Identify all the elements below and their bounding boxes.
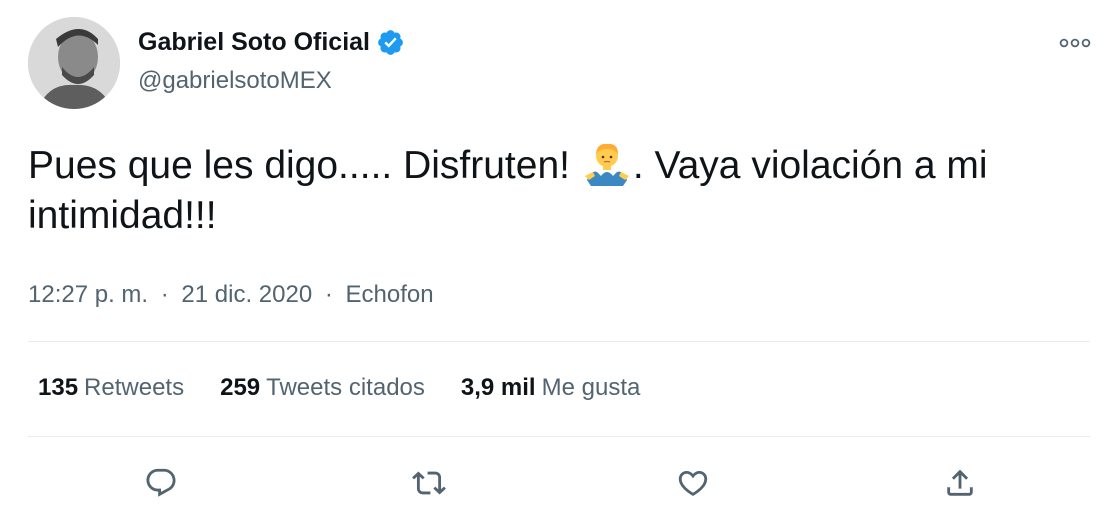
more-options-button[interactable] <box>1052 28 1098 58</box>
retweets-count: 135 <box>38 374 79 401</box>
meta-separator: · <box>324 281 333 308</box>
likes-label: Me gusta <box>541 374 641 401</box>
tweet-date[interactable]: 21 dic. 2020 <box>181 281 312 308</box>
tweet-card: Gabriel Soto Oficial @gabrielsotoMEX Pue… <box>0 0 1117 525</box>
more-dots-icon <box>1059 38 1091 48</box>
likes-stat[interactable]: 3,9 mil Me gusta <box>461 374 640 402</box>
likes-count: 3,9 mil <box>460 374 536 401</box>
tweet-time[interactable]: 12:27 p. m. <box>28 281 148 308</box>
quote-tweets-count: 259 <box>220 374 261 401</box>
tweet-source[interactable]: Echofon <box>346 281 434 308</box>
like-icon <box>678 470 708 496</box>
retweet-button[interactable] <box>406 460 452 506</box>
reply-icon <box>146 468 176 497</box>
tweet-meta: 12:27 p. m. · 21 dic. 2020 · Echofon <box>28 281 434 309</box>
reply-button[interactable] <box>138 460 184 506</box>
divider <box>28 436 1090 437</box>
retweets-label: Retweets <box>84 374 185 401</box>
retweets-stat[interactable]: 135 Retweets <box>38 374 184 402</box>
share-icon <box>947 469 973 496</box>
author-handle[interactable]: @gabrielsotoMEX <box>138 67 332 95</box>
tweet-stats: 135 Retweets 259 Tweets citados 3,9 mil Me … <box>38 374 640 402</box>
quote-tweets-label: Tweets citados <box>266 374 425 401</box>
tweet-text-part1: Pues que les digo..... Disfruten! <box>28 144 581 187</box>
verified-badge-icon <box>376 28 405 57</box>
avatar[interactable] <box>28 17 120 109</box>
quote-tweets-stat[interactable]: 259 Tweets citados <box>220 374 425 402</box>
tweet-actions <box>0 460 1117 506</box>
person-shrugging-emoji-icon <box>583 140 631 188</box>
share-button[interactable] <box>937 460 983 506</box>
divider <box>28 341 1090 342</box>
like-button[interactable] <box>670 460 716 506</box>
retweet-icon <box>412 471 446 495</box>
author-name[interactable]: Gabriel Soto Oficial <box>138 28 370 57</box>
tweet-text: Pues que les digo..... Disfruten! . Vaya… <box>28 140 1088 241</box>
author-name-row[interactable]: Gabriel Soto Oficial <box>138 28 405 57</box>
meta-separator: · <box>160 281 169 308</box>
